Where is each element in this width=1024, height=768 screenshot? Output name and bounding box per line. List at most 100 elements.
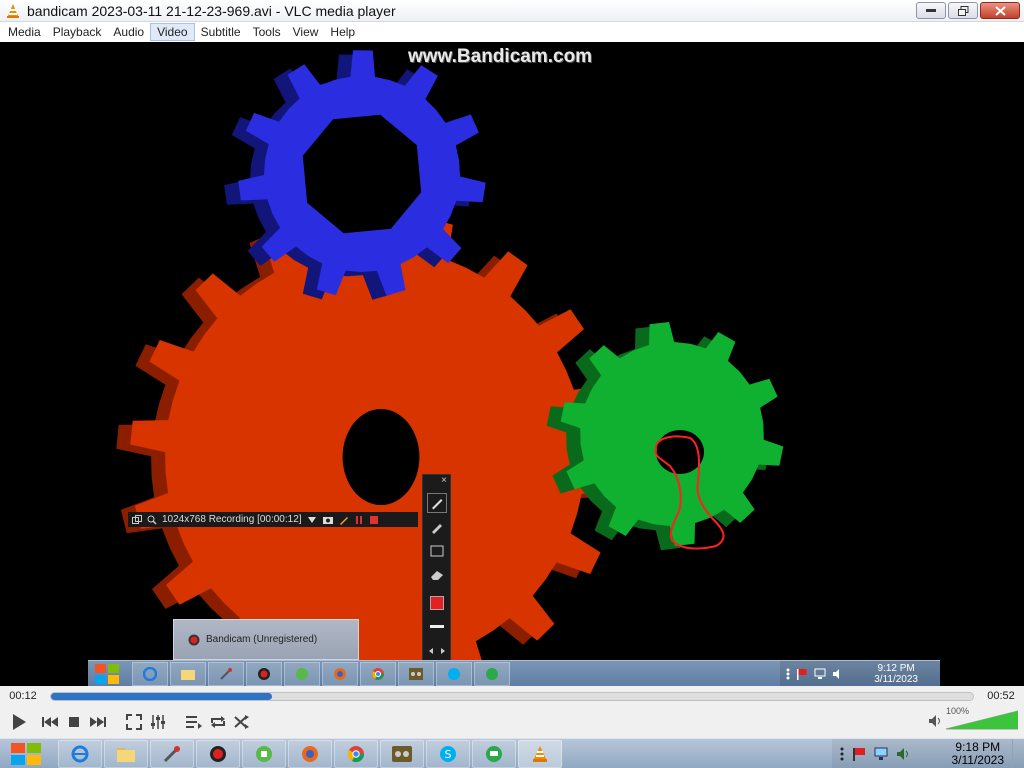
taskbar-vlc[interactable] — [518, 740, 562, 768]
taskbar-ie[interactable] — [58, 740, 102, 768]
green-app-icon — [296, 668, 308, 680]
menu-bar: Media Playback Audio Video Subtitle Tool… — [0, 22, 1024, 42]
tools-icon — [163, 746, 180, 763]
next-icon — [90, 717, 106, 727]
seek-row: 00:12 00:52 — [0, 686, 1024, 706]
taskbar-firefox[interactable] — [288, 740, 332, 768]
taskbar-green-app[interactable] — [242, 740, 286, 768]
draw-color-picker[interactable] — [427, 593, 447, 613]
skype-icon — [448, 668, 460, 680]
svg-text:S: S — [445, 748, 452, 761]
seek-progress-fill — [51, 692, 273, 700]
recorded-task-chrome — [360, 662, 396, 686]
draw-toolbar-collapse[interactable] — [427, 641, 447, 661]
network-icon — [814, 668, 826, 679]
speaker-icon[interactable] — [928, 714, 942, 728]
action-center-flag-icon — [797, 669, 807, 680]
zoom-icon[interactable] — [147, 515, 157, 525]
menu-tools[interactable]: Tools — [247, 23, 287, 41]
gears-scene — [116, 50, 784, 686]
clock-date: 3/11/2023 — [951, 753, 1005, 767]
menu-help[interactable]: Help — [324, 23, 361, 41]
draw-pen-tool[interactable] — [427, 493, 447, 513]
stop-record-icon[interactable] — [369, 515, 379, 525]
taskbar-skype[interactable]: S — [426, 740, 470, 768]
volume-area: 100% — [928, 706, 1019, 730]
tray-overflow-icon[interactable] — [840, 747, 844, 761]
shuffle-button[interactable] — [230, 710, 254, 734]
volume-slider[interactable]: 100% — [945, 706, 1019, 730]
window-mode-icon[interactable] — [132, 514, 142, 525]
bandicam-record-icon — [188, 634, 200, 645]
chat-icon — [486, 746, 502, 762]
action-center-flag-icon[interactable] — [852, 747, 866, 761]
recorded-task-talk — [474, 662, 510, 686]
draw-rectangle-tool[interactable] — [427, 541, 447, 561]
chat-icon — [486, 668, 498, 680]
previous-button[interactable] — [38, 710, 62, 734]
draw-eraser-tool[interactable] — [427, 565, 447, 585]
playlist-icon — [186, 716, 202, 729]
folder-icon — [181, 670, 195, 680]
menu-video[interactable]: Video — [150, 23, 195, 41]
menu-subtitle[interactable]: Subtitle — [195, 23, 247, 41]
restore-icon — [957, 5, 968, 16]
draw-highlighter-tool[interactable] — [427, 517, 447, 537]
close-button[interactable] — [980, 2, 1020, 19]
network-icon[interactable] — [874, 747, 888, 761]
taskbar-chrome[interactable] — [334, 740, 378, 768]
stop-button[interactable] — [62, 710, 86, 734]
loop-icon — [211, 716, 225, 728]
title-bar: bandicam 2023-03-11 21-12-23-969.avi - V… — [0, 0, 1024, 22]
taskbar-chat-app[interactable] — [472, 740, 516, 768]
camera-icon[interactable] — [322, 515, 334, 525]
video-surface[interactable]: www.Bandicam.com 1024x768 Recording [00:… — [0, 42, 1024, 686]
fullscreen-button[interactable] — [122, 710, 146, 734]
recorded-clock-date: 3/11/2023 — [874, 674, 918, 685]
eraser-icon — [431, 571, 443, 580]
minimize-icon — [926, 8, 936, 12]
menu-media[interactable]: Media — [2, 23, 47, 41]
arrows-horizontal-icon — [429, 648, 445, 654]
bandicam-unregistered-popup: Bandicam (Unregistered) — [173, 619, 359, 660]
dropdown-icon[interactable] — [307, 516, 317, 524]
bandicam-popup-text: Bandicam (Unregistered) — [206, 634, 318, 645]
windows-start-icon[interactable] — [4, 739, 48, 768]
recorded-clock: 9:12 PM 3/11/2023 — [874, 663, 918, 685]
pause-record-icon[interactable] — [354, 515, 364, 525]
shuffle-icon — [234, 715, 249, 729]
taskbar-file-explorer[interactable] — [104, 740, 148, 768]
folder-icon — [117, 747, 135, 762]
next-button[interactable] — [86, 710, 110, 734]
recorded-windows-logo-icon — [95, 664, 119, 684]
record-icon — [258, 668, 270, 680]
menu-audio[interactable]: Audio — [107, 23, 150, 41]
play-button[interactable] — [6, 710, 32, 734]
pencil-icon[interactable] — [339, 515, 349, 525]
line-width-icon — [430, 625, 444, 628]
playlist-button[interactable] — [182, 710, 206, 734]
vlc-cone-icon — [533, 746, 547, 762]
loop-button[interactable] — [206, 710, 230, 734]
taskbar-media-app[interactable] — [380, 740, 424, 768]
draw-line-width[interactable] — [427, 617, 447, 637]
minimize-button[interactable] — [916, 2, 946, 19]
tools-icon — [220, 668, 232, 680]
restore-button[interactable] — [948, 2, 978, 19]
bandicam-watermark: www.Bandicam.com — [408, 46, 593, 67]
volume-icon[interactable] — [896, 747, 910, 761]
taskbar-bandicam[interactable] — [196, 740, 240, 768]
extended-settings-button[interactable] — [146, 710, 170, 734]
menu-view[interactable]: View — [287, 23, 325, 41]
menu-playback[interactable]: Playback — [47, 23, 108, 41]
rectangle-icon — [430, 545, 444, 557]
red-color-swatch-icon — [430, 596, 444, 610]
recorded-task-green-app — [284, 662, 320, 686]
seek-slider[interactable] — [50, 691, 974, 701]
recorded-task-media — [398, 662, 434, 686]
total-duration[interactable]: 00:52 — [978, 690, 1024, 702]
taskbar-clock[interactable]: 9:18 PM 3/11/2023 — [952, 741, 1005, 767]
show-desktop-button[interactable] — [1012, 739, 1024, 768]
taskbar-tools[interactable] — [150, 740, 194, 768]
draw-toolbar-close-icon[interactable]: × — [441, 475, 447, 486]
